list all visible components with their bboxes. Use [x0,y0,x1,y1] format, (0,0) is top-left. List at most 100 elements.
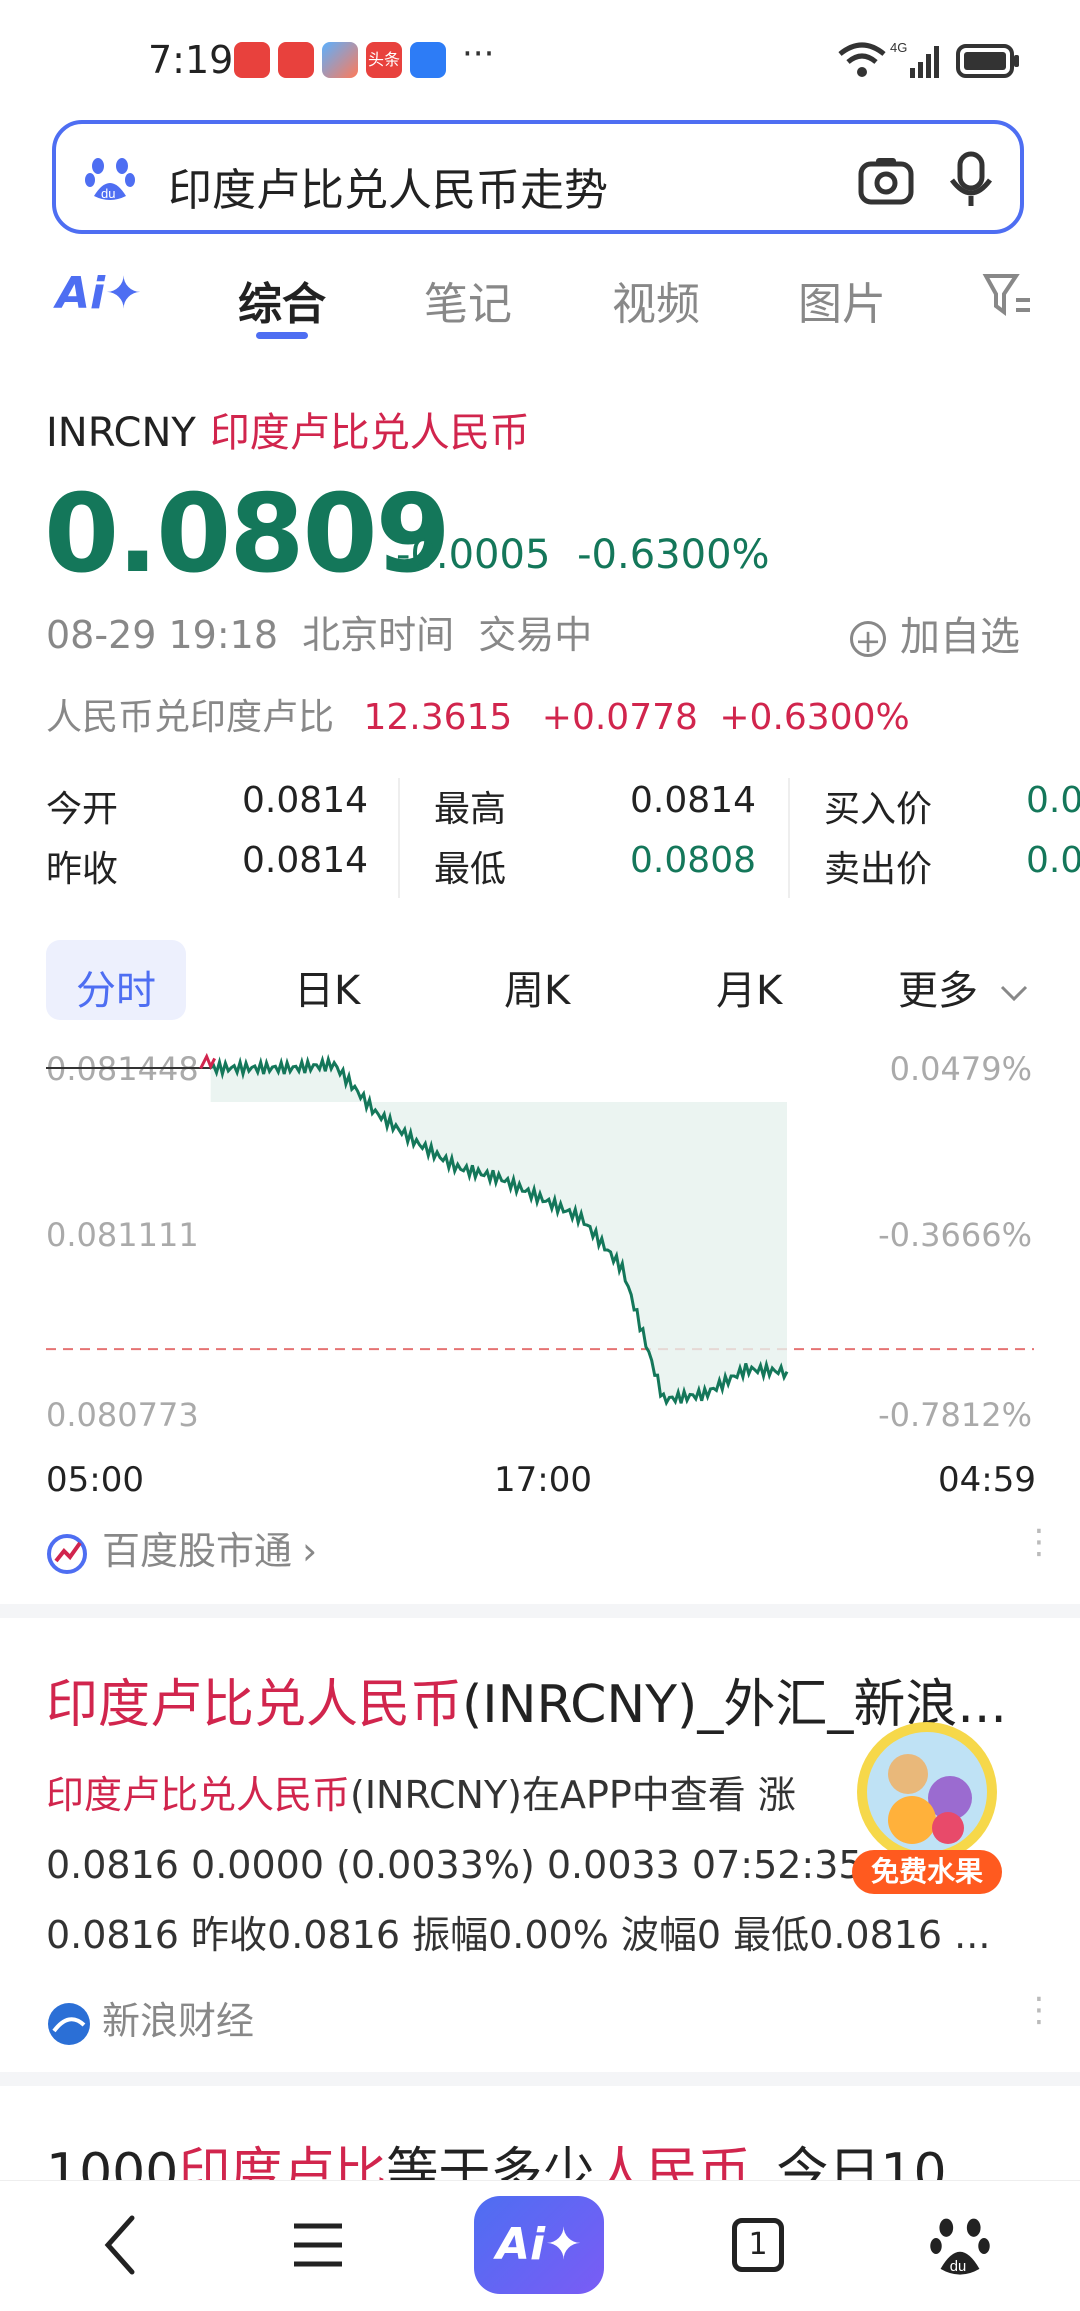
more-options-icon[interactable]: ⋮ [1022,1522,1056,1562]
source-name: 百度股市通 [102,1529,293,1573]
period-tab-weekly[interactable]: 周K [504,958,570,1016]
result-source[interactable]: 新浪财经 [46,1990,254,2047]
trade-status: 交易中 [478,613,593,657]
more-notifications-icon: ··· [462,34,495,74]
period-tab-daily[interactable]: 日K [294,958,360,1016]
low-value: 0.0808 [630,840,756,881]
source-name: 新浪财经 [102,1999,255,2043]
microphone-icon[interactable] [946,150,996,210]
x-tick-mid: 17:00 [494,1460,592,1500]
stock-symbol: INRCNY [46,410,196,456]
free-fruit-label: 免费水果 [852,1850,1002,1894]
prev-close-value: 0.0814 [242,840,368,881]
tab-comprehensive[interactable]: 综合 [238,268,326,332]
period-tab-more[interactable]: 更多 [898,958,1029,1016]
baidu-home-icon[interactable]: du [930,2214,990,2278]
ai-assistant-button[interactable]: Ai✦ [474,2196,604,2294]
low-label: 最低 [434,849,507,890]
result-title-highlight: 印度卢比兑人民币 [46,1675,463,1735]
bid-label: 买入价 [824,789,933,830]
reverse-rate-row: 人民币兑印度卢比 12.3615 +0.0778 +0.6300% [46,688,910,740]
svg-text:du: du [101,186,115,201]
baidu-paw-icon: du [85,158,135,201]
tab-notes[interactable]: 笔记 [424,268,512,332]
ask-label: 卖出价 [824,849,933,890]
snippet-text: (INRCNY)在APP中查看 涨 [350,1773,796,1817]
back-icon[interactable] [96,2212,146,2278]
menu-icon[interactable] [290,2218,346,2272]
search-input[interactable]: 印度卢比兑人民币走势 [168,154,608,218]
cellular-signal-icon: 4G [890,40,939,78]
plus-circle-icon: + [850,621,886,658]
search-bar[interactable]: du 印度卢比兑人民币走势 [52,120,1024,234]
reverse-label: 人民币兑印度卢比 [46,697,335,738]
price-change: -0.0005 -0.6300% [396,532,770,578]
ai-label: Ai✦ [495,2219,582,2270]
huawei-app-icon [278,42,314,78]
source-baidu-stock[interactable]: 百度股市通 › [46,1520,317,1575]
divider [788,778,790,898]
chevron-down-icon [1000,985,1027,1002]
free-fruit-badge[interactable]: 免费水果 [852,1720,1002,1900]
section-separator [0,1604,1080,1618]
tab-ai[interactable]: Ai✦ [56,268,142,319]
add-watchlist-label: 加自选 [900,614,1020,660]
result-snippet-line: 0.0816 昨收0.0816 振幅0.00% 波幅0 最低0.0816 ... [46,1913,991,1957]
prev-close-label: 昨收 [46,849,119,890]
browser-app-icon [322,42,358,78]
battery-icon [956,44,1019,78]
svg-text:4G: 4G [890,40,907,55]
y-tick-right-mid: -0.3666% [878,1216,1032,1254]
trade-datetime: 08-29 19:18 [46,613,279,657]
tabs-count-button[interactable]: 1 [732,2218,784,2272]
stock-name: 印度卢比兑人民币 [209,410,530,456]
trade-timezone: 北京时间 [302,613,455,657]
intraday-chart[interactable]: 0.081448 0.081111 0.080773 0.0479% -0.36… [0,1030,1080,1510]
chevron-right-icon: › [302,1529,318,1573]
tab-images[interactable]: 图片 [798,268,886,332]
reverse-percent: +0.6300% [719,697,910,738]
toutiao-app-icon: 头条 [366,42,402,78]
x-tick-end: 04:59 [938,1460,1036,1500]
add-watchlist-button[interactable]: + 加自选 [850,604,1020,662]
fruit-mascot-icon [857,1722,997,1862]
y-tick-right-bottom: -0.7812% [878,1396,1032,1434]
section-separator [0,2072,1080,2086]
y-tick-left-bottom: 0.080773 [46,1396,199,1434]
divider [398,778,400,898]
y-tick-left-mid: 0.081111 [46,1216,199,1254]
more-options-icon[interactable]: ⋮ [1022,1990,1056,2030]
high-value: 0.0814 [630,780,756,821]
change-value: -0.0005 [396,532,551,578]
x-tick-start: 05:00 [46,1460,144,1500]
status-time: 7:19 [148,38,234,82]
bid-value: 0.0 [1026,780,1080,821]
high-label: 最高 [434,789,507,830]
trade-time-row: 08-29 19:18 北京时间 交易中 [46,604,592,659]
svg-text:du: du [950,2259,967,2275]
open-label: 今开 [46,789,119,830]
reverse-price: 12.3615 [363,697,513,738]
ask-value: 0.0 [1026,840,1080,881]
wifi-icon [838,42,886,77]
period-tab-intraday[interactable]: 分时 [76,958,156,1016]
current-price: 0.0809 [44,472,451,597]
camera-icon[interactable] [856,150,916,210]
huawei-app-icon [234,42,270,78]
stock-symbol-row: INRCNY 印度卢比兑人民币 [46,400,530,458]
change-percent: -0.6300% [577,532,770,578]
baidu-stock-icon [47,1533,87,1574]
period-tab-monthly[interactable]: 月K [716,958,782,1016]
sina-finance-icon [48,2002,90,2045]
reverse-change: +0.0778 [541,697,698,738]
filter-icon[interactable] [982,272,1032,318]
price-area [210,1059,787,1404]
period-more-label: 更多 [898,968,978,1014]
status-bar: 7:19 头条 ··· 4G [0,0,1080,120]
y-tick-right-top: 0.0479% [890,1050,1032,1088]
tab-videos[interactable]: 视频 [612,268,700,332]
cloud-app-icon [410,42,446,78]
snippet-highlight: 印度卢比兑人民币 [46,1773,351,1817]
open-value: 0.0814 [242,780,368,821]
active-tab-indicator [256,332,308,339]
